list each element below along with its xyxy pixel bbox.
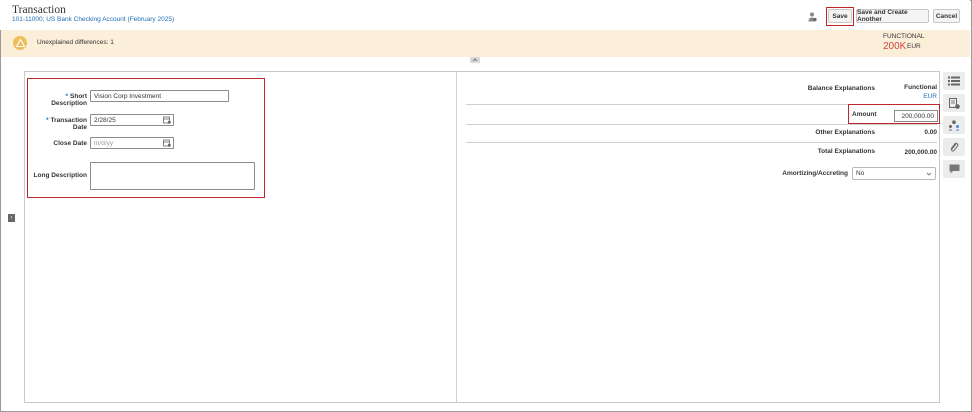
close-date-input[interactable]: m/d/yy: [90, 137, 174, 149]
amortizing-accreting-label: Amortizing/Accreting: [782, 170, 848, 177]
amount-input[interactable]: 200,000.00: [894, 110, 938, 122]
save-highlight-box: [826, 7, 854, 26]
transaction-date-label: * Transaction Date: [45, 117, 87, 131]
save-and-create-another-button[interactable]: Save and Create Another: [856, 9, 929, 23]
table-divider: [466, 124, 937, 125]
details-list-button[interactable]: [943, 72, 965, 90]
other-explanations-label: Other Explanations: [815, 129, 875, 136]
amortizing-accreting-select[interactable]: No: [852, 167, 936, 180]
transaction-date-input[interactable]: 2/28/25: [90, 114, 174, 126]
balance-explanations-label: Balance Explanations: [807, 85, 875, 92]
long-description-textarea[interactable]: [90, 162, 255, 190]
users-icon: [948, 119, 960, 130]
long-description-label: Long Description: [33, 172, 87, 179]
short-description-label: * Short Description: [51, 93, 87, 107]
warning-icon: [13, 36, 27, 50]
total-explanations-value: 200,000.00: [904, 149, 937, 156]
other-explanations-value: 0.00: [924, 129, 937, 136]
page-header: Transaction 101-11000; US Bank Checking …: [0, 0, 970, 30]
calendar-icon[interactable]: [163, 139, 171, 147]
collapse-banner-handle[interactable]: [470, 57, 480, 63]
attachments-button[interactable]: [943, 138, 965, 156]
paperclip-icon: [950, 142, 959, 152]
account-link[interactable]: 101-11000; US Bank Checking Account (Feb…: [12, 16, 174, 23]
functional-column-header: Functional: [904, 84, 937, 91]
amortizing-selected-value: No: [856, 170, 865, 177]
user-settings-icon[interactable]: [808, 12, 817, 22]
users-button[interactable]: [943, 116, 965, 134]
page-title: Transaction: [12, 4, 66, 16]
functional-currency: EUR: [907, 43, 921, 50]
functional-currency-header: EUR: [923, 93, 937, 100]
close-date-label: Close Date: [53, 140, 87, 147]
functional-label: FUNCTIONAL: [883, 33, 925, 40]
list-icon: [948, 76, 960, 86]
calendar-icon[interactable]: [163, 116, 171, 124]
table-divider: [466, 142, 937, 143]
total-explanations-label: Total Explanations: [817, 148, 875, 155]
warning-banner: Unexplained differences: 1 FUNCTIONAL 20…: [1, 30, 970, 57]
comments-button[interactable]: [943, 160, 965, 178]
add-detail-button[interactable]: [943, 94, 965, 112]
expand-sidebar-icon[interactable]: ›: [8, 214, 15, 222]
unexplained-differences-text: Unexplained differences: 1: [37, 39, 114, 46]
functional-value: 200K: [883, 41, 907, 52]
chevron-down-icon: [926, 172, 932, 176]
comment-icon: [949, 164, 959, 174]
document-add-icon: [948, 97, 960, 109]
panel-divider: [456, 72, 457, 402]
short-description-input[interactable]: Vision Corp Investment: [90, 90, 229, 102]
cancel-button[interactable]: Cancel: [933, 9, 960, 23]
amount-label: Amount: [852, 111, 877, 118]
